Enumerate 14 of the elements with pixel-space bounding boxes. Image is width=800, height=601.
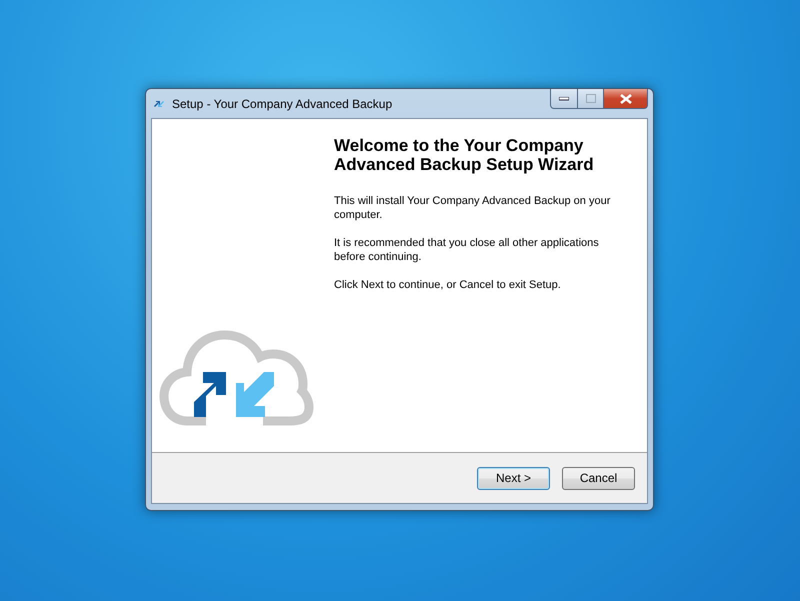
app-icon [153,98,165,108]
window-title: Setup - Your Company Advanced Backup [172,96,394,110]
close-icon [620,94,632,104]
maximize-icon [586,94,596,103]
body-text: Click Next to continue, or Cancel to exit Setup. [334,278,562,292]
next-button[interactable]: Next > [477,466,550,490]
body-text: This will install Your Company Advanced Backup on your computer. [334,194,612,222]
minimize-button[interactable] [550,89,578,109]
maximize-button[interactable] [578,89,604,109]
cancel-button[interactable]: Cancel [562,466,635,490]
minimize-icon [559,96,569,100]
wizard-heading: Welcome to the Your Company Advanced Backup Setup Wizard [334,136,595,174]
body-text: It is recommended that you close all other applications before continuing. [334,236,600,264]
close-button[interactable] [604,89,648,109]
